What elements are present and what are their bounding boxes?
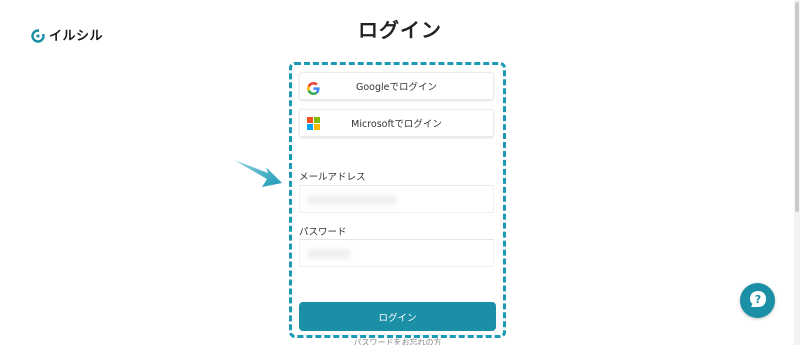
highlight-frame xyxy=(289,62,506,338)
question-icon: ? xyxy=(747,288,769,314)
svg-text:?: ? xyxy=(754,293,760,306)
page-title: ログイン xyxy=(358,18,442,42)
page-scrollbar[interactable] xyxy=(794,0,800,345)
help-chat-button[interactable]: ? xyxy=(740,283,775,318)
forgot-password-link[interactable]: パスワードをお忘れの方 xyxy=(293,337,502,345)
scrollbar-thumb[interactable] xyxy=(795,2,799,212)
annotation-arrow xyxy=(234,160,282,187)
